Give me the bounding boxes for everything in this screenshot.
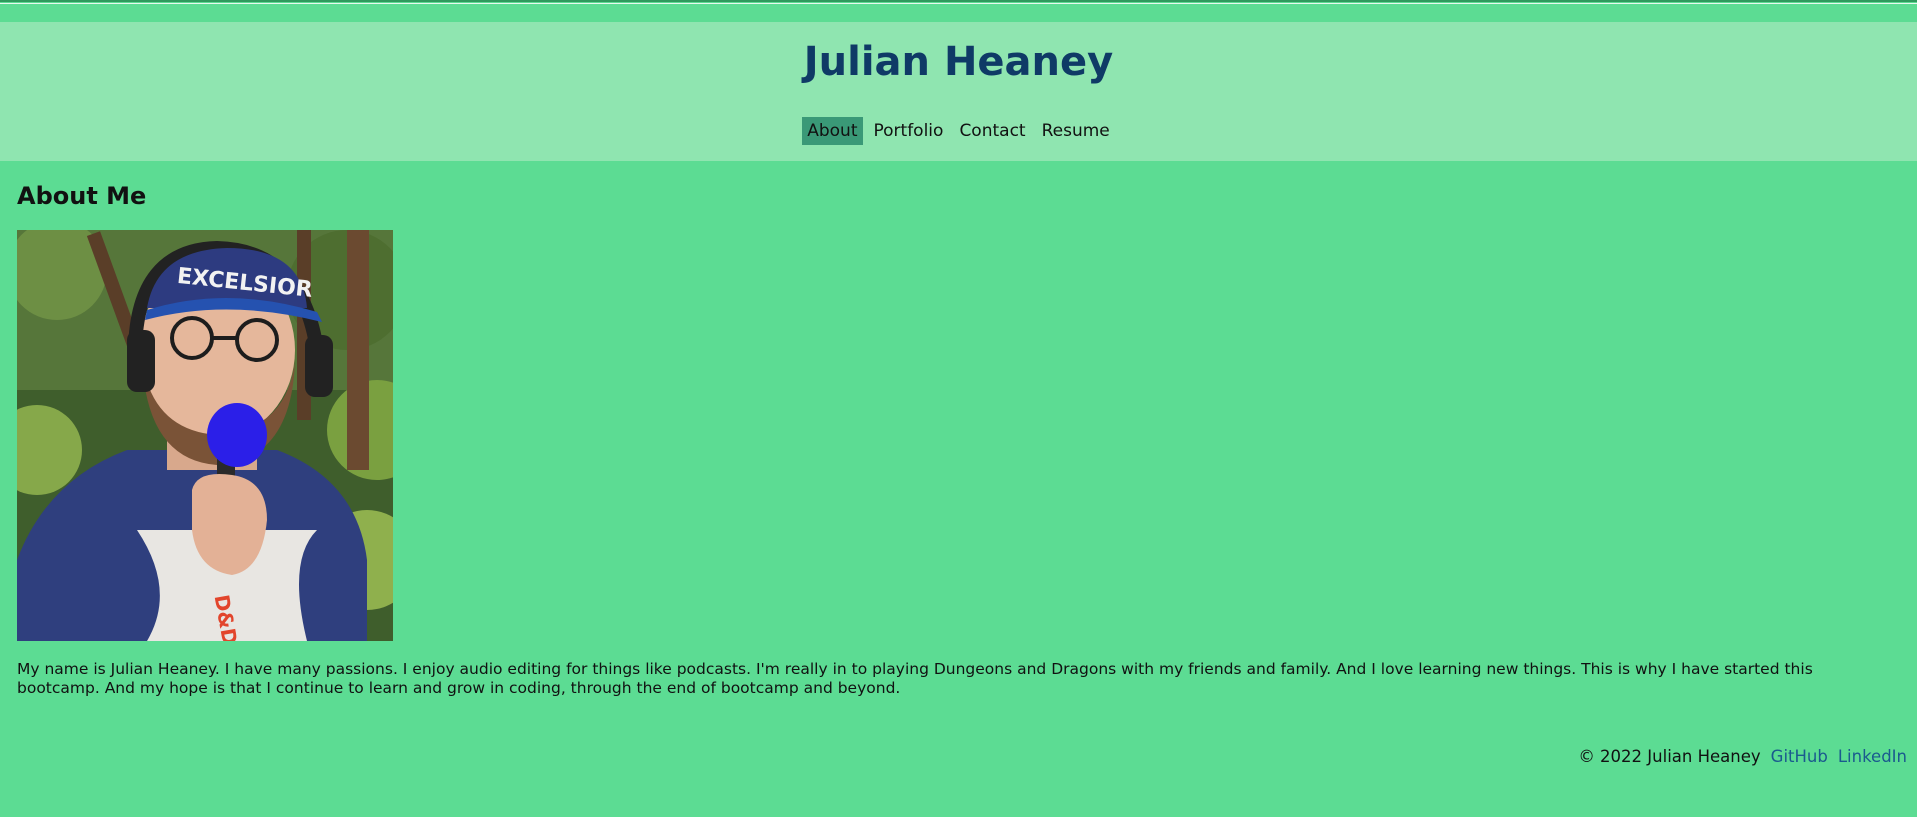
section-title: About Me	[17, 182, 147, 210]
nav-about[interactable]: About	[802, 117, 863, 145]
nav-contact[interactable]: Contact	[954, 117, 1030, 145]
site-header: Julian Heaney About Portfolio Contact Re…	[0, 22, 1917, 161]
top-strip	[0, 0, 1917, 22]
site-title: Julian Heaney	[803, 39, 1114, 85]
copyright-text: © 2022 Julian Heaney	[1578, 747, 1761, 766]
github-link[interactable]: GitHub	[1771, 746, 1828, 768]
main-content: About Me D&D EXCELSIOR My name is Julian…	[17, 161, 1897, 697]
site-footer: © 2022 Julian Heaney GitHub LinkedIn	[1578, 746, 1907, 768]
main-nav: About Portfolio Contact Resume	[0, 117, 1917, 145]
nav-resume[interactable]: Resume	[1037, 117, 1115, 145]
linkedin-link[interactable]: LinkedIn	[1838, 746, 1907, 768]
profile-photo: D&D EXCELSIOR	[17, 230, 393, 641]
nav-portfolio[interactable]: Portfolio	[869, 117, 949, 145]
bio-text: My name is Julian Heaney. I have many pa…	[17, 660, 1813, 697]
